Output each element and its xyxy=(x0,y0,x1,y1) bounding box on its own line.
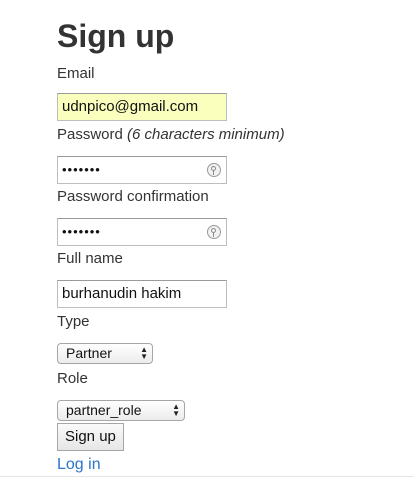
signup-button[interactable]: Sign up xyxy=(57,423,124,451)
password-label: Password (6 characters minimum) xyxy=(57,126,285,144)
password-value: ••••••• xyxy=(62,162,101,177)
type-selected-value: Partner xyxy=(66,345,112,361)
password-confirmation-key-icon[interactable] xyxy=(207,225,221,239)
password-label-text: Password xyxy=(57,126,123,143)
password-confirmation-value: ••••••• xyxy=(62,224,101,239)
password-hint: (6 characters minimum) xyxy=(127,126,285,143)
email-field[interactable]: udnpico@gmail.com xyxy=(57,93,227,121)
password-field[interactable]: ••••••• xyxy=(57,156,227,184)
email-value: udnpico@gmail.com xyxy=(62,98,199,115)
password-key-icon[interactable] xyxy=(207,163,221,177)
password-confirmation-label: Password confirmation xyxy=(57,188,209,205)
login-link[interactable]: Log in xyxy=(57,455,101,475)
select-arrows-icon: ▲ ▼ xyxy=(172,402,180,418)
role-selected-value: partner_role xyxy=(66,402,142,418)
type-label: Type xyxy=(57,313,90,330)
role-label: Role xyxy=(57,370,88,387)
page-title: Sign up xyxy=(57,18,175,54)
full-name-label: Full name xyxy=(57,250,123,267)
select-arrows-icon: ▲ ▼ xyxy=(140,345,148,361)
password-confirmation-field[interactable]: ••••••• xyxy=(57,218,227,246)
full-name-value: burhanudin hakim xyxy=(62,285,182,302)
type-select[interactable]: Partner ▲ ▼ xyxy=(57,343,153,364)
email-label: Email xyxy=(57,65,95,82)
page-divider xyxy=(0,476,414,477)
role-select[interactable]: partner_role ▲ ▼ xyxy=(57,400,185,421)
full-name-field[interactable]: burhanudin hakim xyxy=(57,280,227,308)
